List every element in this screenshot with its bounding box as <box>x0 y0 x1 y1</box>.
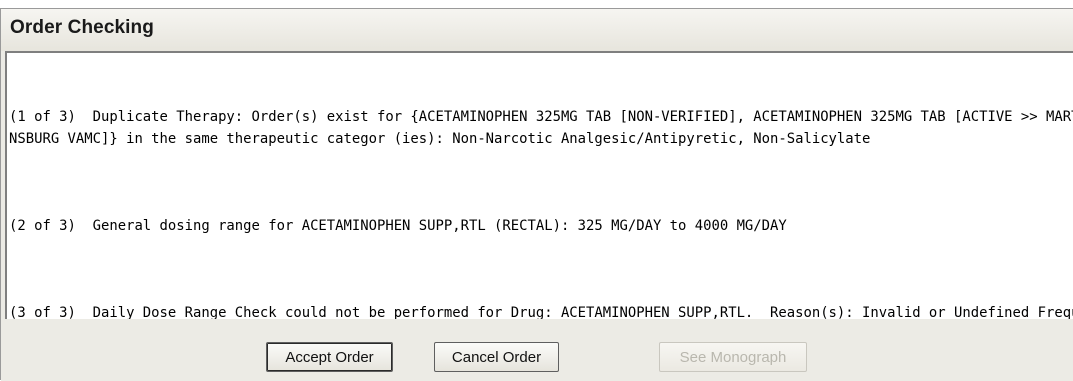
cancel-order-button[interactable]: Cancel Order <box>434 342 559 372</box>
accept-order-button[interactable]: Accept Order <box>266 342 393 372</box>
order-checking-dialog: Order Checking (1 of 3) Duplicate Therap… <box>0 8 1073 381</box>
order-check-messages[interactable]: (1 of 3) Duplicate Therapy: Order(s) exi… <box>5 51 1073 319</box>
dialog-title: Order Checking <box>10 17 154 38</box>
order-check-message-2: (2 of 3) General dosing range for ACETAM… <box>9 218 787 234</box>
see-monograph-button: See Monograph <box>659 342 807 372</box>
order-check-message-3: (3 of 3) Daily Dose Range Check could no… <box>9 305 1073 319</box>
button-bar: Accept Order Cancel Order See Monograph <box>1 319 1073 381</box>
title-bar[interactable]: Order Checking <box>1 9 1073 51</box>
order-check-message-1: (1 of 3) Duplicate Therapy: Order(s) exi… <box>9 109 1073 147</box>
